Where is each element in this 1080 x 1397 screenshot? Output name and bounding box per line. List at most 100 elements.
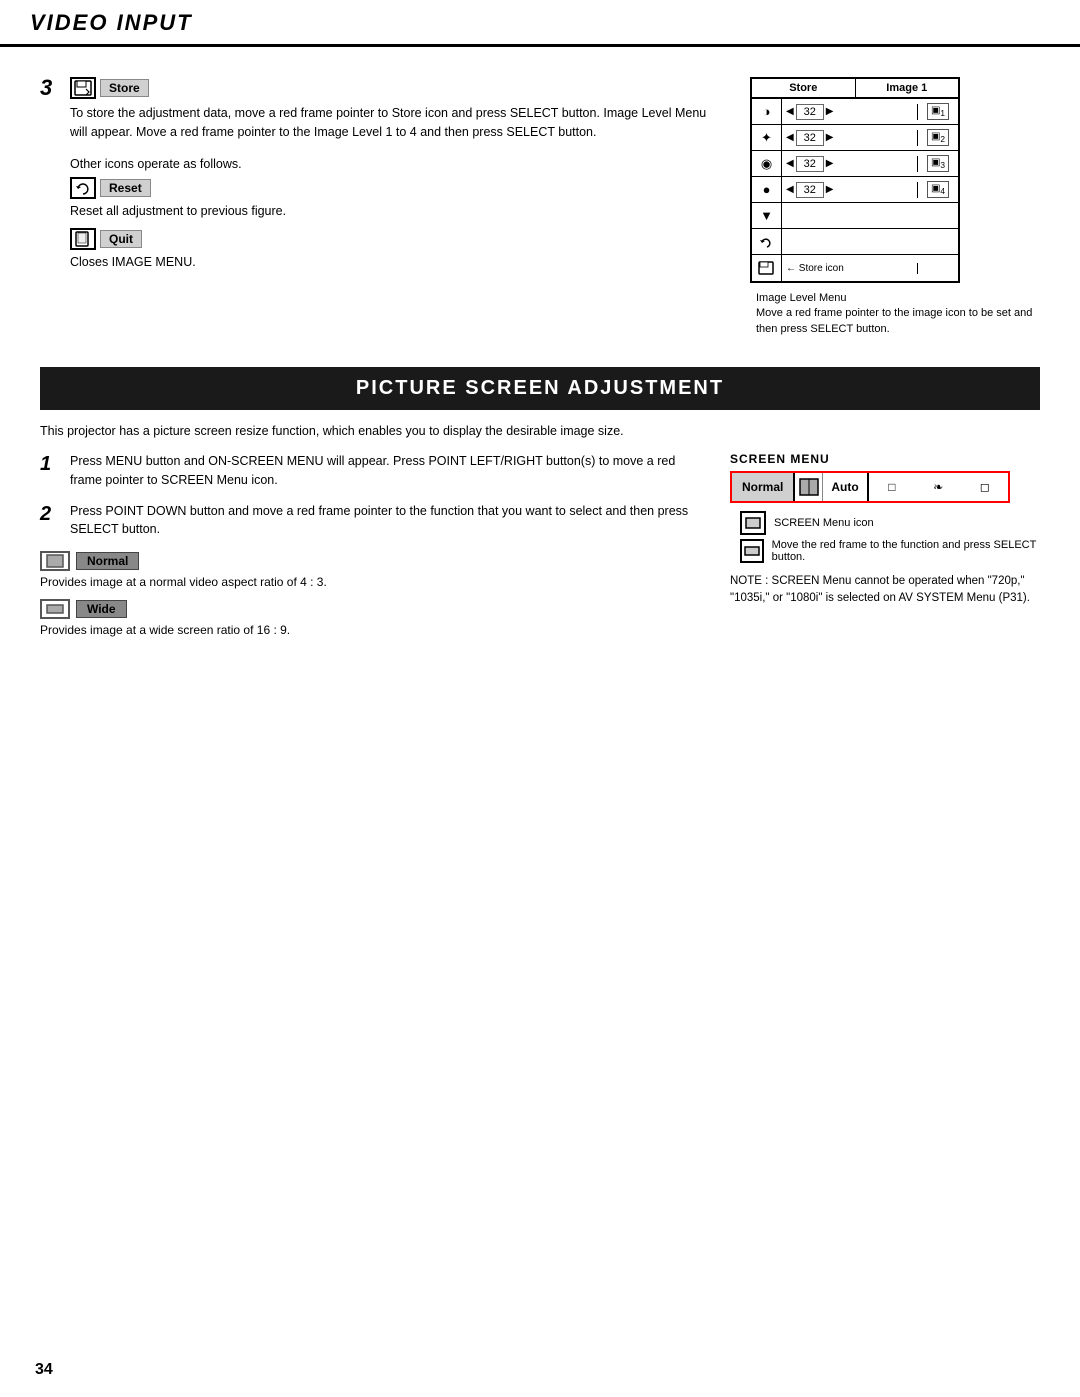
screen-menu-move-label: Move the red frame to the function and p…	[772, 539, 1040, 563]
screen-row-box-1	[740, 511, 766, 535]
arrow-right-2[interactable]: ▶	[826, 132, 834, 143]
store-label: Store	[100, 79, 149, 97]
image-level-menu: Store Image 1 ◑ ◀ 32 ▶ ▣1	[750, 77, 960, 283]
note-title: Image Level Menu	[756, 292, 847, 304]
menu-header: Store Image 1	[752, 79, 958, 99]
arrow-right-1[interactable]: ▶	[826, 106, 834, 117]
step-3-number: 3	[40, 77, 52, 99]
psa-section: PICTURE SCREEN ADJUSTMENT This projector…	[40, 367, 1040, 647]
step-3-block: 3 Store To store the adjustment data, mo…	[40, 77, 710, 269]
quit-icon	[70, 228, 96, 250]
menu-icon-2: ✦	[752, 125, 782, 150]
image-level-menu-col: Store Image 1 ◑ ◀ 32 ▶ ▣1	[750, 67, 1040, 337]
quit-icon-label-row: Quit	[70, 228, 142, 250]
step-3-content: Store To store the adjustment data, move…	[70, 77, 710, 269]
menu-icon-5: ▼	[752, 203, 782, 228]
img-level-4: ▣4	[918, 177, 958, 202]
page-title: VIDEO INPUT	[30, 10, 1050, 36]
arrow-left-2[interactable]: ◀	[786, 132, 794, 143]
smb-icons-right: □ ❧ ◻	[869, 473, 1008, 501]
psa-right: SCREEN MENU Normal Auto □ ❧ ◻	[730, 452, 1040, 647]
reset-label: Reset	[100, 179, 151, 197]
menu-icon-3: ◉	[752, 151, 782, 176]
wide-func: Wide Provides image at a wide screen rat…	[40, 599, 700, 637]
psa-step-2: 2 Press POINT DOWN button and move a red…	[40, 502, 700, 540]
normal-label: Normal	[76, 552, 139, 570]
arrow-left-4[interactable]: ◀	[786, 184, 794, 195]
value-2: 32	[796, 130, 824, 146]
smb-icon-4: ◻	[974, 480, 996, 494]
screen-row-box-2	[740, 539, 764, 563]
wide-item: Wide	[40, 599, 700, 619]
img-level-1: ▣1	[918, 99, 958, 124]
screen-menu-icon-label: SCREEN Menu icon	[774, 517, 874, 529]
wide-label: Wide	[76, 600, 127, 618]
menu-note-area: Image Level Menu Move a red frame pointe…	[750, 291, 1040, 337]
main-content: 3 Store To store the adjustment data, mo…	[0, 47, 1080, 677]
normal-func: Normal Provides image at a normal video …	[40, 551, 700, 589]
menu-icon-store	[752, 255, 782, 281]
arrow-left-3[interactable]: ◀	[786, 158, 794, 169]
menu-controls-2: ◀ 32 ▶	[782, 130, 918, 146]
img-level-7	[918, 255, 958, 281]
menu-icon-1: ◑	[752, 99, 782, 124]
arrow-left-1[interactable]: ◀	[786, 106, 794, 117]
menu-row-2: ✦ ◀ 32 ▶ ▣2	[752, 125, 958, 151]
wide-desc: Provides image at a wide screen ratio of…	[40, 623, 700, 637]
menu-row-3: ◉ ◀ 32 ▶ ▣3	[752, 151, 958, 177]
smb-auto: Auto	[823, 473, 868, 501]
menu-row-6	[752, 229, 958, 255]
menu-controls-3: ◀ 32 ▶	[782, 156, 918, 172]
arrow-right-4[interactable]: ▶	[826, 184, 834, 195]
menu-row-4: ● ◀ 32 ▶ ▣4	[752, 177, 958, 203]
menu-row-7: ← Store icon	[752, 255, 958, 281]
screen-row-2: Move the red frame to the function and p…	[740, 539, 1040, 563]
img-level-3: ▣3	[918, 151, 958, 176]
normal-item: Normal	[40, 551, 700, 571]
psa-intro: This projector has a picture screen resi…	[40, 424, 1040, 438]
store-description: To store the adjustment data, move a red…	[70, 104, 710, 143]
psa-step-1: 1 Press MENU button and ON-SCREEN MENU w…	[40, 452, 700, 490]
store-section: 3 Store To store the adjustment data, mo…	[40, 67, 1040, 337]
screen-row-1: SCREEN Menu icon	[740, 511, 1040, 535]
psa-title: PICTURE SCREEN ADJUSTMENT	[40, 367, 1040, 410]
psa-body: 1 Press MENU button and ON-SCREEN MENU w…	[40, 452, 1040, 647]
smb-icon-3: ❧	[927, 480, 949, 494]
quit-label: Quit	[100, 230, 142, 248]
value-3: 32	[796, 156, 824, 172]
reset-icon	[70, 177, 96, 199]
wide-icon	[40, 599, 70, 619]
value-1: 32	[796, 104, 824, 120]
menu-col-image: Image 1	[856, 79, 959, 97]
menu-row-5: ▼	[752, 203, 958, 229]
menu-controls-1: ◀ 32 ▶	[782, 104, 918, 120]
smb-icon-1	[795, 473, 823, 501]
page-header: VIDEO INPUT	[0, 0, 1080, 47]
psa-step-2-text: Press POINT DOWN button and move a red f…	[70, 502, 700, 540]
psa-step-2-num: 2	[40, 502, 62, 540]
normal-desc: Provides image at a normal video aspect …	[40, 575, 700, 589]
psa-step-1-num: 1	[40, 452, 62, 490]
menu-icon-6	[752, 229, 782, 254]
normal-icon	[40, 551, 70, 571]
store-icon-pointer: ← Store icon	[786, 263, 844, 274]
reset-description: Reset all adjustment to previous figure.	[70, 204, 710, 218]
psa-step-1-text: Press MENU button and ON-SCREEN MENU wil…	[70, 452, 700, 490]
smb-normal: Normal	[732, 473, 795, 501]
store-icon	[70, 77, 96, 99]
quit-description: Closes IMAGE MENU.	[70, 255, 710, 269]
screen-menu-bar: Normal Auto □ ❧ ◻	[730, 471, 1010, 503]
image-level-menu-note: Image Level Menu Move a red frame pointe…	[756, 291, 1040, 337]
arrow-right-3[interactable]: ▶	[826, 158, 834, 169]
psa-left: 1 Press MENU button and ON-SCREEN MENU w…	[40, 452, 700, 647]
other-icons-text: Other icons operate as follows.	[70, 157, 710, 171]
reset-icon-label-row: Reset	[70, 177, 151, 199]
img-level-6	[918, 229, 958, 254]
store-icon-label-row: Store	[70, 77, 149, 99]
store-left-col: 3 Store To store the adjustment data, mo…	[40, 67, 710, 337]
menu-row-1: ◑ ◀ 32 ▶ ▣1	[752, 99, 958, 125]
note-body: Move a red frame pointer to the image ic…	[756, 307, 1032, 334]
menu-col-store: Store	[752, 79, 856, 97]
screen-menu-note: NOTE : SCREEN Menu cannot be operated wh…	[730, 573, 1040, 608]
menu-icon-4: ●	[752, 177, 782, 202]
